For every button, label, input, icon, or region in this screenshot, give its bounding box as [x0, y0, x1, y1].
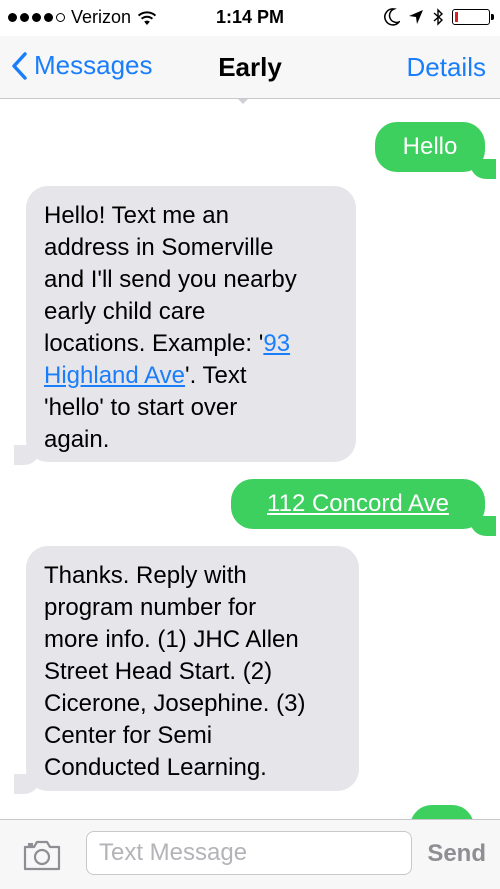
timestamp-marker	[238, 99, 248, 104]
message-bubble-incoming[interactable]: Thanks. Reply with program number for mo…	[26, 546, 359, 791]
message-line: Center for Semi	[44, 722, 213, 749]
send-button[interactable]: Send	[427, 840, 486, 868]
message-list[interactable]: Hello Hello! Text me an address in Somer…	[0, 99, 500, 819]
message-line: address in Somerville	[44, 234, 274, 261]
battery-level-fill	[455, 12, 458, 22]
message-line: Highland Ave'. Text	[44, 360, 356, 392]
message-line: more info. (1) JHC Allen	[44, 626, 299, 653]
moon-icon	[384, 8, 400, 26]
message-line: Hello! Text me an	[44, 202, 229, 229]
address-link[interactable]: 112 Concord Ave	[267, 490, 449, 517]
message-line: 'hello' to start over	[44, 394, 238, 421]
message-line: Conducted Learning.	[44, 754, 267, 781]
message-line: locations. Example: '93	[44, 328, 356, 360]
message-bubble-outgoing[interactable]: 112 Concord Ave	[231, 479, 485, 529]
message-line: early child care	[44, 298, 206, 325]
status-bar: Verizon 1:14 PM	[0, 0, 500, 36]
nav-bar: Messages Early Details	[0, 36, 500, 99]
message-line: Thanks. Reply with	[44, 562, 247, 589]
back-button[interactable]: Messages	[10, 50, 153, 81]
camera-icon[interactable]	[22, 838, 62, 872]
message-input[interactable]	[86, 831, 412, 875]
location-arrow-icon	[409, 10, 423, 24]
address-link[interactable]: 93	[263, 330, 290, 357]
message-line: program number for	[44, 594, 257, 621]
back-button-label: Messages	[34, 50, 153, 80]
message-line: Street Head Start. (2)	[44, 658, 273, 685]
bluetooth-icon	[433, 8, 444, 26]
message-bubble-incoming[interactable]: Hello! Text me an address in Somerville …	[26, 186, 356, 462]
message-text: Hello	[402, 133, 458, 160]
compose-bar: Send	[0, 819, 500, 889]
status-right	[384, 8, 494, 26]
message-text-fragment: '. Text	[185, 362, 247, 389]
message-text-fragment: locations. Example: '	[44, 330, 264, 357]
message-bubble-outgoing[interactable]	[410, 805, 474, 819]
message-line: Cicerone, Josephine. (3)	[44, 690, 306, 717]
message-line: and I'll send you nearby	[44, 266, 297, 293]
message-bubble-outgoing[interactable]: Hello	[375, 122, 485, 172]
chevron-left-icon	[12, 51, 27, 80]
message-line: again.	[44, 426, 110, 453]
battery-icon	[452, 9, 494, 25]
details-button[interactable]: Details	[407, 52, 486, 83]
address-link[interactable]: Highland Ave	[44, 362, 185, 389]
